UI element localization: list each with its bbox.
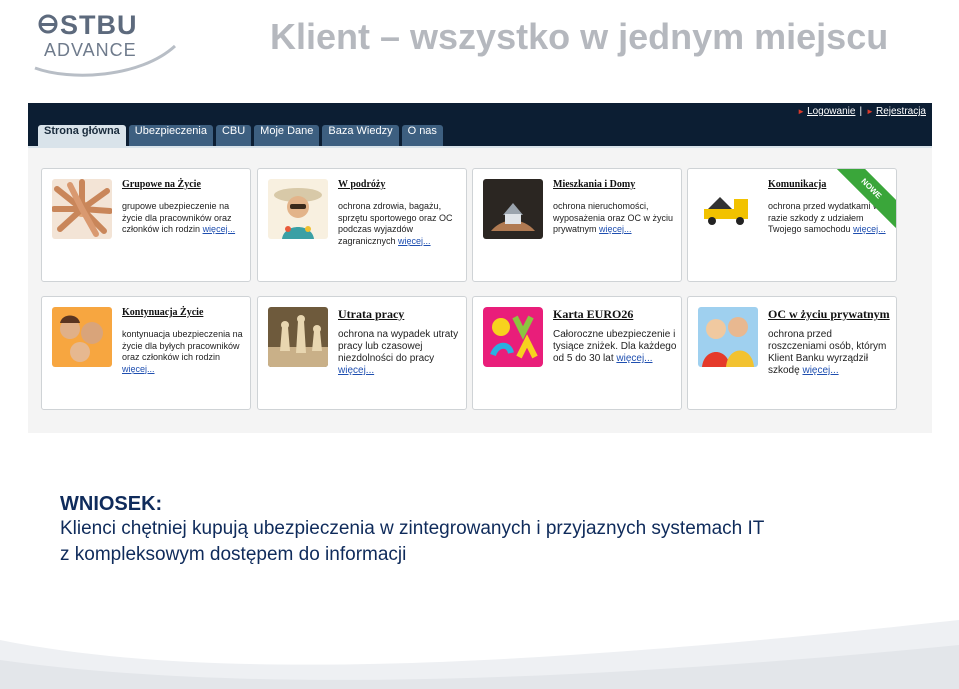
card-description: Całoroczne ubezpieczenie i tysiące zniże… [553,329,677,364]
product-card[interactable]: Karta EURO26 Całoroczne ubezpieczenie i … [472,296,682,410]
arrow-icon: ► [797,107,806,116]
tab-cbu[interactable]: CBU [215,125,252,146]
product-grid: Grupowe na Życie grupowe ubezpieczenie n… [28,148,932,433]
more-link[interactable]: więcej... [338,365,374,376]
family-photo [52,307,112,367]
tab-my-data[interactable]: Moje Dane [254,125,320,146]
card-description: ochrona przed roszczeniami osób, którym … [768,329,887,376]
card-description: grupowe ubezpieczenie na życie dla praco… [122,201,236,234]
stbu-logo-icon [38,14,58,34]
tab-home[interactable]: Strona główna [38,125,126,146]
tow-truck-photo [698,179,758,239]
card-title[interactable]: Karta EURO26 [553,307,633,322]
more-link[interactable]: więcej... [853,224,886,234]
card-title[interactable]: Kontynuacja Życie [122,307,203,318]
arrow-icon: ► [866,107,874,116]
more-link[interactable]: więcej... [599,224,632,234]
product-card[interactable]: Grupowe na Życie grupowe ubezpieczenie n… [41,168,251,282]
house-hands-photo [483,179,543,239]
product-card[interactable]: OC w życiu prywatnym ochrona przed roszc… [687,296,897,410]
product-card[interactable]: Kontynuacja Życie kontynuacja ubezpiecze… [41,296,251,410]
more-link[interactable]: więcej... [616,353,652,364]
website-screenshot: ► Logowanie | ► Rejestracja Strona główna Ub… [28,103,932,433]
card-description: kontynuacja ubezpieczenia na życie dla b… [122,329,243,374]
card-title[interactable]: Grupowe na Życie [122,179,201,190]
register-link[interactable]: Rejestracja [876,106,926,117]
more-link[interactable]: więcej... [203,224,236,234]
conclusion: WNIOSEK: Klienci chętniej kupują ubezpie… [60,493,764,568]
tab-about[interactable]: O nas [401,125,443,146]
card-description: ochrona zdrowia, bagażu, sprzętu sportow… [338,201,453,246]
conclusion-heading: WNIOSEK: [60,493,163,515]
more-link[interactable]: więcej... [122,364,155,374]
traveler-photo [268,179,328,239]
logo-text: STBU [60,10,138,40]
product-card[interactable]: Utrata pracy ochrona na wypadek utraty p… [257,296,467,410]
logo-subtext: ADVANCE [44,40,137,60]
product-card[interactable]: Komunikacja ochrona przed wydatkami w ra… [687,168,897,282]
card-title[interactable]: Mieszkania i Domy [553,179,635,190]
more-link[interactable]: więcej... [802,365,838,376]
product-card[interactable]: W podróży ochrona zdrowia, bagażu, sprzę… [257,168,467,282]
hands-photo [52,179,112,239]
main-nav: Strona główna Ubezpieczenia CBU Moje Dan… [38,125,443,146]
background-swoosh [0,620,959,689]
more-link[interactable]: więcej... [398,236,431,246]
product-card[interactable]: Mieszkania i Domy ochrona nieruchomości,… [472,168,682,282]
card-title[interactable]: OC w życiu prywatnym [768,307,890,322]
card-title[interactable]: Komunikacja [768,179,826,190]
card-title[interactable]: W podróży [338,179,385,190]
login-link[interactable]: Logowanie [807,106,855,117]
conclusion-line: Klienci chętniej kupują ubezpieczenia w … [60,518,765,539]
card-description: ochrona nieruchomości, wyposażenia oraz … [553,201,674,234]
eyca-logo [483,307,543,367]
slide-title: Klient – wszystko w jednym miejscu [270,16,889,57]
tab-insurance[interactable]: Ubezpieczenia [128,125,213,146]
card-title[interactable]: Utrata pracy [338,307,404,322]
card-description: ochrona na wypadek utraty pracy lub czas… [338,329,459,376]
site-header: ► Logowanie | ► Rejestracja Strona główna Ub… [28,103,932,146]
account-links: ► Logowanie | ► Rejestracja [797,106,926,117]
conclusion-line: z kompleksowym dostępem do informacji [60,544,407,565]
tab-knowledge-base[interactable]: Baza Wiedzy [322,125,399,146]
chess-photo [268,307,328,367]
happy-family-photo [698,307,758,367]
